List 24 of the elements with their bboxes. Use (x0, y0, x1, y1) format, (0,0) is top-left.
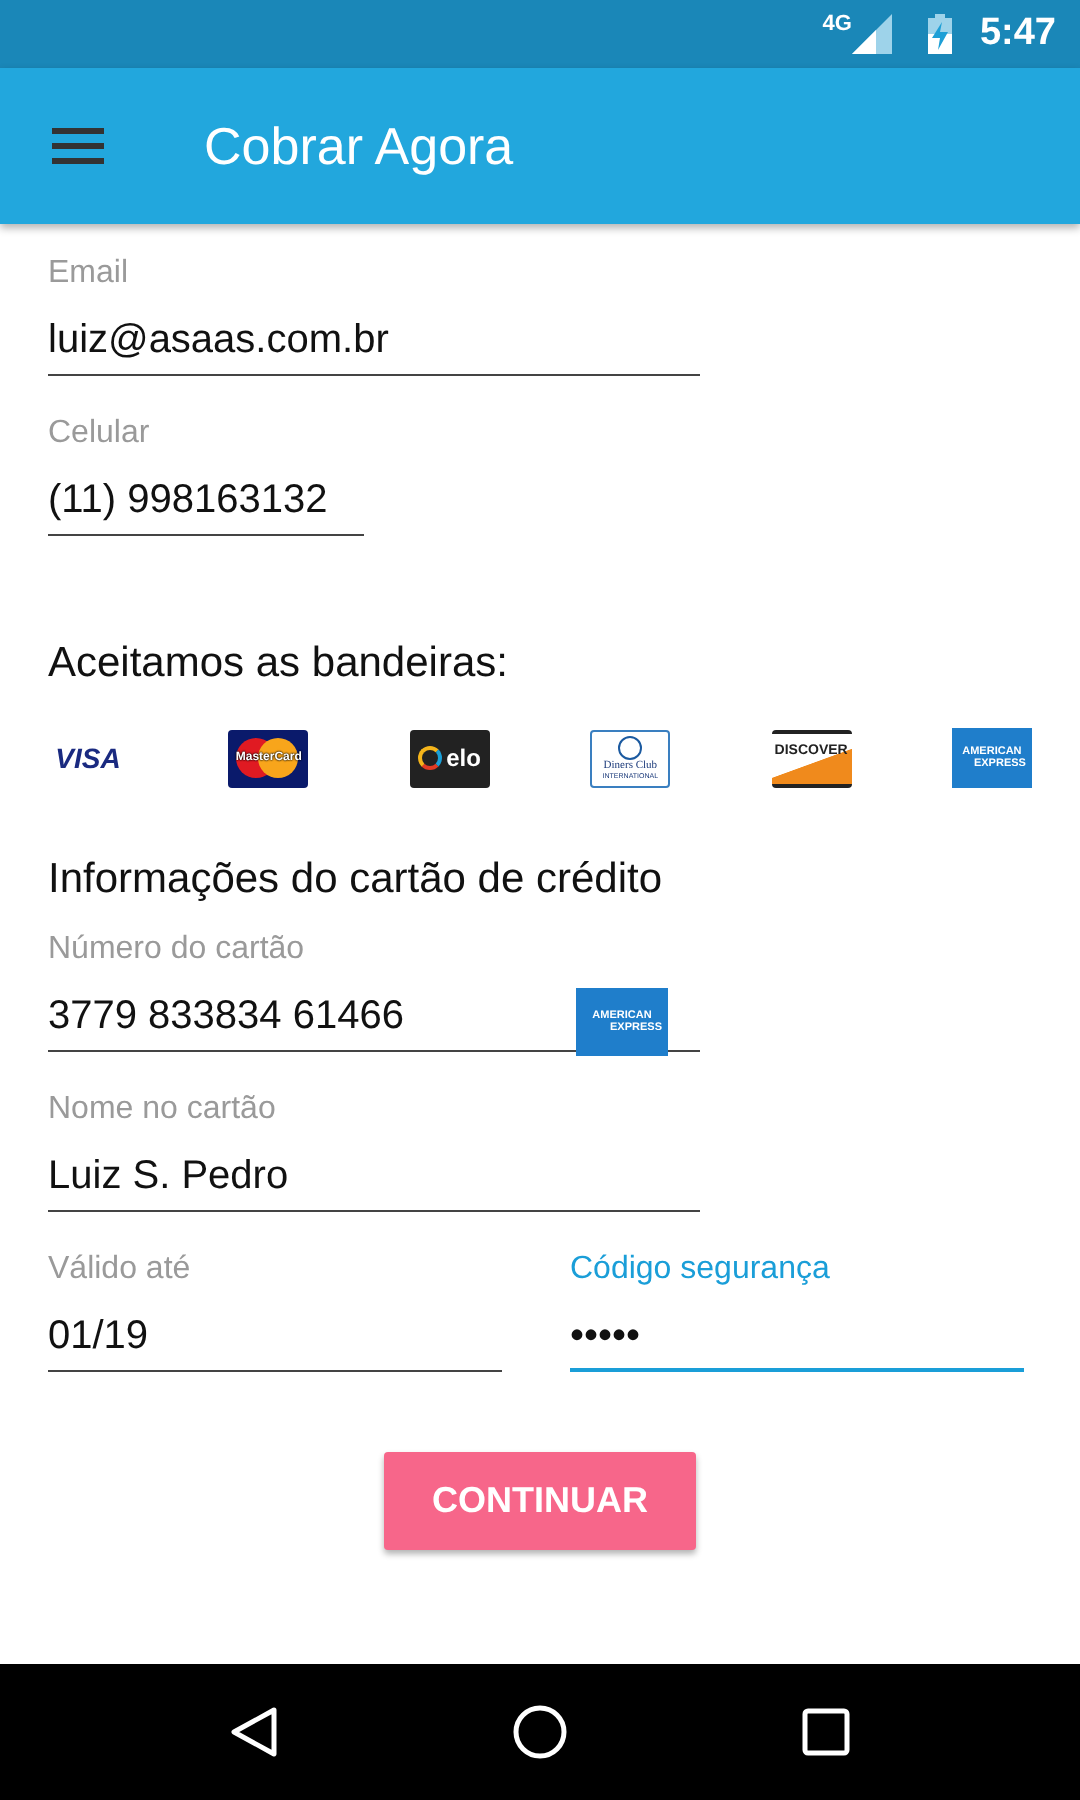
input-field[interactable]: 01/19 (48, 1308, 502, 1372)
field-label: Email (48, 254, 129, 294)
recents-icon[interactable] (802, 1708, 851, 1756)
menu-icon[interactable] (52, 128, 104, 164)
card-brand-logo: elo (409, 729, 490, 787)
back-icon[interactable] (229, 1706, 278, 1758)
field-label: Celular (48, 414, 150, 454)
battery-charging-icon (927, 14, 952, 54)
field-label: Número do cartão (48, 930, 305, 970)
input-field[interactable]: (11) 998163132 (48, 472, 364, 536)
field-label: Válido até (48, 1250, 191, 1290)
card-brand-logo: VISA (53, 740, 123, 778)
home-icon[interactable] (511, 1704, 568, 1760)
input-field[interactable]: Luiz S. Pedro (48, 1148, 700, 1212)
field-label: Nome no cartão (48, 1090, 276, 1130)
network-type: 4G (822, 12, 852, 36)
input-field[interactable]: luiz@asaas.com.br (48, 312, 700, 376)
signal-icon (851, 14, 892, 54)
clock: 5:47 (979, 12, 1056, 56)
field-label: Código segurança (570, 1250, 830, 1290)
app-title: Cobrar Agora (204, 115, 514, 177)
input-field[interactable]: ••••• (570, 1308, 1024, 1372)
section-heading: Aceitamos as bandeiras: (48, 640, 510, 688)
section-heading: Informações do cartão de crédito (48, 856, 665, 904)
